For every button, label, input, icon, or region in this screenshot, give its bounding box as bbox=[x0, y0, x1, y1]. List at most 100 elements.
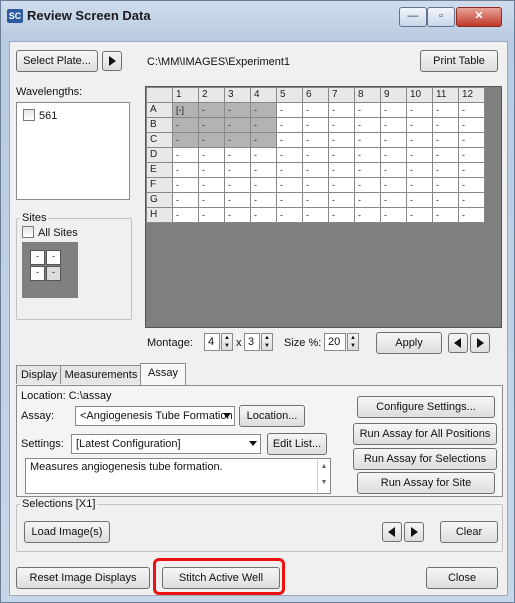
well-cell[interactable]: - bbox=[458, 207, 485, 223]
well-cell[interactable]: - bbox=[432, 117, 459, 133]
wavelengths-list[interactable]: 561 bbox=[16, 102, 130, 200]
column-header[interactable]: 7 bbox=[328, 87, 355, 103]
well-cell[interactable]: - bbox=[198, 192, 225, 208]
montage-cols-stepper[interactable]: ▲ ▼ bbox=[221, 333, 233, 351]
description-scrollbar[interactable]: ▲ ▼ bbox=[317, 459, 330, 493]
well-cell[interactable]: - bbox=[250, 192, 277, 208]
well-cell[interactable]: - bbox=[276, 177, 303, 193]
well-cell[interactable]: - bbox=[406, 177, 433, 193]
well-cell[interactable]: - bbox=[380, 162, 407, 178]
well-cell[interactable]: - bbox=[406, 192, 433, 208]
well-cell[interactable]: - bbox=[198, 162, 225, 178]
column-header[interactable]: 5 bbox=[276, 87, 303, 103]
configure-settings-button[interactable]: Configure Settings... bbox=[357, 396, 495, 418]
montage-cols-input[interactable]: 4 bbox=[204, 333, 220, 351]
row-header[interactable]: A bbox=[146, 102, 173, 118]
well-cell[interactable]: - bbox=[328, 102, 355, 118]
well-cell[interactable]: - bbox=[432, 132, 459, 148]
tab-measurements[interactable]: Measurements bbox=[60, 365, 142, 384]
site-cell[interactable]: - bbox=[30, 250, 45, 265]
all-sites-option[interactable]: All Sites bbox=[22, 226, 78, 239]
well-cell[interactable]: - bbox=[432, 177, 459, 193]
well-cell[interactable]: - bbox=[354, 192, 381, 208]
well-cell[interactable]: - bbox=[276, 147, 303, 163]
well-cell[interactable]: - bbox=[302, 192, 329, 208]
well-cell[interactable]: - bbox=[380, 102, 407, 118]
well-cell[interactable]: - bbox=[354, 117, 381, 133]
column-header[interactable]: 10 bbox=[406, 87, 433, 103]
well-cell[interactable]: - bbox=[354, 102, 381, 118]
tab-display[interactable]: Display bbox=[16, 365, 62, 384]
row-header[interactable]: D bbox=[146, 147, 173, 163]
row-header[interactable]: C bbox=[146, 132, 173, 148]
well-cell[interactable]: - bbox=[458, 162, 485, 178]
print-table-button[interactable]: Print Table bbox=[420, 50, 498, 72]
well-cell[interactable]: - bbox=[302, 117, 329, 133]
well-cell[interactable]: - bbox=[224, 207, 251, 223]
well-cell[interactable]: - bbox=[172, 192, 199, 208]
column-header[interactable]: 6 bbox=[302, 87, 329, 103]
well-cell[interactable]: - bbox=[302, 162, 329, 178]
next-button[interactable] bbox=[470, 333, 490, 353]
well-cell[interactable]: - bbox=[432, 192, 459, 208]
well-cell[interactable]: - bbox=[458, 177, 485, 193]
well-cell[interactable]: - bbox=[354, 132, 381, 148]
well-cell[interactable]: - bbox=[224, 132, 251, 148]
well-cell[interactable]: [-] bbox=[172, 102, 199, 118]
well-cell[interactable]: - bbox=[224, 102, 251, 118]
well-cell[interactable]: - bbox=[198, 147, 225, 163]
size-percent-stepper[interactable]: ▲ ▼ bbox=[347, 333, 359, 351]
well-cell[interactable]: - bbox=[458, 192, 485, 208]
minimize-button[interactable]: — bbox=[399, 7, 427, 27]
close-window-button[interactable]: ✕ bbox=[456, 7, 502, 27]
well-cell[interactable]: - bbox=[198, 117, 225, 133]
well-cell[interactable]: - bbox=[172, 132, 199, 148]
title-bar[interactable]: SC Review Screen Data — ▫ ✕ bbox=[1, 1, 514, 31]
column-header[interactable]: 2 bbox=[198, 87, 225, 103]
well-cell[interactable]: - bbox=[250, 177, 277, 193]
assay-select[interactable]: <Angiogenesis Tube Formation bbox=[75, 406, 235, 426]
well-cell[interactable]: - bbox=[406, 207, 433, 223]
well-cell[interactable]: - bbox=[328, 207, 355, 223]
well-cell[interactable]: - bbox=[276, 207, 303, 223]
well-cell[interactable]: - bbox=[328, 117, 355, 133]
settings-select[interactable]: [Latest Configuration] bbox=[71, 434, 261, 454]
select-plate-button[interactable]: Select Plate... bbox=[16, 50, 98, 72]
edit-list-button[interactable]: Edit List... bbox=[267, 433, 327, 455]
well-cell[interactable]: - bbox=[302, 177, 329, 193]
row-header[interactable]: F bbox=[146, 177, 173, 193]
well-cell[interactable]: - bbox=[458, 102, 485, 118]
well-cell[interactable]: - bbox=[276, 162, 303, 178]
run-assay-site-button[interactable]: Run Assay for Site bbox=[357, 472, 495, 494]
well-cell[interactable]: - bbox=[250, 132, 277, 148]
well-cell[interactable]: - bbox=[302, 132, 329, 148]
well-cell[interactable]: - bbox=[224, 192, 251, 208]
well-cell[interactable]: - bbox=[432, 162, 459, 178]
well-cell[interactable]: - bbox=[354, 147, 381, 163]
well-cell[interactable]: - bbox=[406, 132, 433, 148]
well-cell[interactable]: - bbox=[198, 207, 225, 223]
well-cell[interactable]: - bbox=[328, 177, 355, 193]
well-cell[interactable]: - bbox=[198, 177, 225, 193]
well-cell[interactable]: - bbox=[432, 102, 459, 118]
prev-button[interactable] bbox=[448, 333, 468, 353]
well-cell[interactable]: - bbox=[172, 177, 199, 193]
column-header[interactable]: 1 bbox=[172, 87, 199, 103]
site-cell-selected[interactable]: - bbox=[46, 266, 61, 281]
close-button[interactable]: Close bbox=[426, 567, 498, 589]
well-cell[interactable]: - bbox=[328, 132, 355, 148]
next-plate-button[interactable] bbox=[102, 51, 122, 71]
well-cell[interactable]: - bbox=[380, 117, 407, 133]
site-cell[interactable]: - bbox=[30, 266, 45, 281]
tab-assay[interactable]: Assay bbox=[140, 363, 186, 385]
well-cell[interactable]: - bbox=[354, 177, 381, 193]
reset-image-displays-button[interactable]: Reset Image Displays bbox=[16, 567, 150, 589]
well-cell[interactable]: - bbox=[432, 147, 459, 163]
run-assay-selections-button[interactable]: Run Assay for Selections bbox=[353, 448, 497, 470]
well-cell[interactable]: - bbox=[406, 117, 433, 133]
well-cell[interactable]: - bbox=[250, 117, 277, 133]
well-cell[interactable]: - bbox=[276, 102, 303, 118]
well-cell[interactable]: - bbox=[380, 132, 407, 148]
load-images-button[interactable]: Load Image(s) bbox=[24, 521, 110, 543]
size-percent-input[interactable]: 20 bbox=[324, 333, 346, 351]
